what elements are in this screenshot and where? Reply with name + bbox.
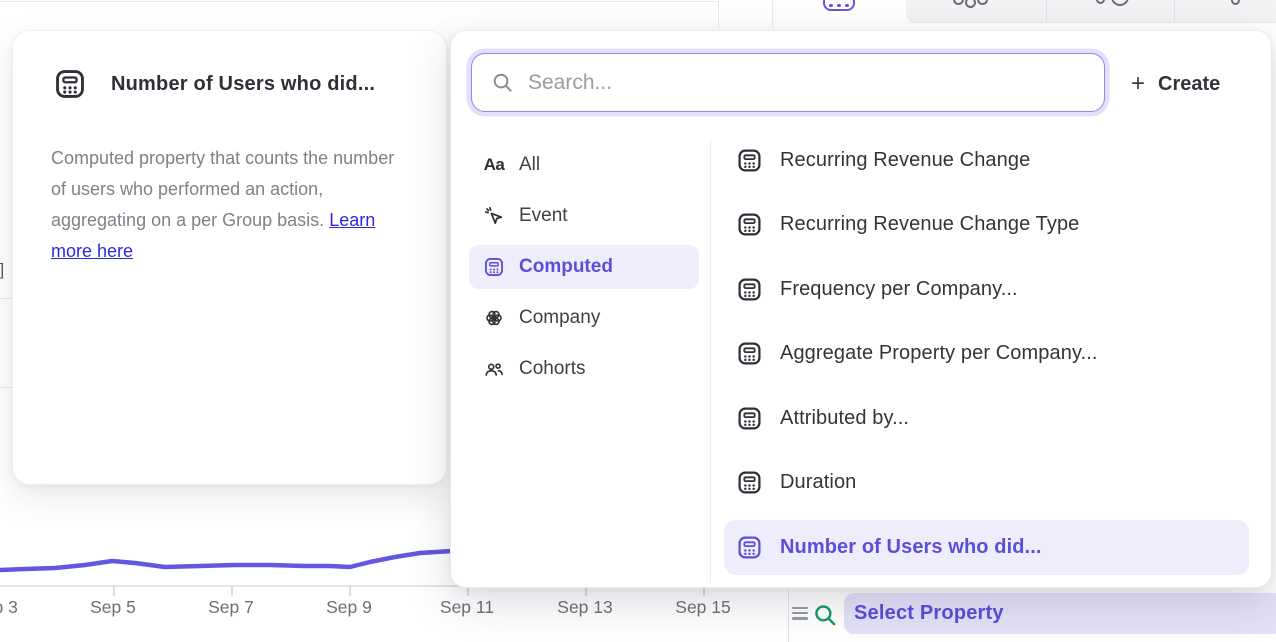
- panel-divider: [710, 139, 711, 583]
- property-item-label: Recurring Revenue Change: [780, 149, 1030, 172]
- property-item-label: Duration: [780, 471, 856, 494]
- search-input[interactable]: [471, 53, 1105, 112]
- category-label: Company: [519, 307, 600, 329]
- calculator-icon: [53, 67, 87, 101]
- event-icon: [483, 205, 505, 227]
- x-axis-label: Sep 15: [663, 597, 743, 618]
- calculator-icon: [736, 276, 763, 303]
- tooltip-description: Computed property that counts the number…: [51, 143, 403, 267]
- property-item-label: Attributed by...: [780, 407, 909, 430]
- property-item[interactable]: Aggregate Property per Company...: [724, 322, 1249, 387]
- property-item[interactable]: Number of Users who did...: [724, 515, 1249, 580]
- tab-separator: [1046, 0, 1047, 22]
- calculator-icon: [736, 147, 763, 174]
- tabbar-divider: [772, 0, 773, 28]
- x-axis-label: Sep 7: [191, 597, 271, 618]
- calculator-icon: [736, 340, 763, 367]
- company-icon[interactable]: [965, 0, 976, 8]
- search-field-wrap: [471, 53, 1105, 112]
- property-item[interactable]: Recurring Revenue Change: [724, 128, 1249, 193]
- category-company[interactable]: Company: [469, 296, 699, 340]
- property-item[interactable]: Attributed by...: [724, 386, 1249, 451]
- background-card-edge: [0, 1, 718, 2]
- property-item[interactable]: Duration: [724, 451, 1249, 516]
- property-picker-panel: + Create Aa All Event Computed Company Cohort…: [450, 30, 1272, 588]
- text-icon: Aa: [483, 154, 505, 176]
- category-cohorts[interactable]: Cohorts: [469, 347, 699, 391]
- company-icon[interactable]: [977, 0, 988, 5]
- calculator-icon: [736, 534, 763, 561]
- x-axis-tick: [231, 586, 233, 596]
- create-button[interactable]: + Create: [1131, 67, 1251, 101]
- history-icon[interactable]: [1096, 0, 1105, 4]
- drag-handle-icon[interactable]: [792, 607, 808, 620]
- tab-separator: [1174, 0, 1175, 22]
- category-label: Computed: [519, 256, 613, 278]
- select-property-label: Select Property: [854, 602, 1004, 625]
- property-item-label: Number of Users who did...: [780, 536, 1042, 559]
- tooltip-title: Number of Users who did...: [111, 73, 375, 96]
- calculator-icon: [736, 405, 763, 432]
- plus-icon: +: [1131, 72, 1145, 96]
- category-label: Event: [519, 205, 568, 227]
- category-label: Cohorts: [519, 358, 586, 380]
- category-all[interactable]: Aa All: [469, 143, 699, 187]
- x-axis-tick: [349, 586, 351, 596]
- query-bar-divider: [788, 590, 789, 642]
- select-property-field[interactable]: Select Property: [844, 593, 1276, 634]
- property-item[interactable]: Frequency per Company...: [724, 257, 1249, 322]
- calculator-icon: [736, 211, 763, 238]
- view-tabbar: [700, 0, 1276, 29]
- x-axis-label: Sep 3: [0, 597, 35, 618]
- property-list: Recurring Revenue Change Recurring Revenu…: [724, 128, 1249, 580]
- category-computed[interactable]: Computed: [469, 245, 699, 289]
- create-button-label: Create: [1158, 73, 1220, 96]
- history-icon[interactable]: [1111, 0, 1129, 6]
- property-item-label: Frequency per Company...: [780, 278, 1018, 301]
- x-axis-label: Sep 9: [309, 597, 389, 618]
- category-list: Aa All Event Computed Company Cohorts: [469, 143, 699, 391]
- x-axis-label: Sep 13: [545, 597, 625, 618]
- metric-line-chart: [0, 480, 456, 590]
- cohorts-icon: [483, 358, 505, 380]
- company-icon[interactable]: [953, 0, 964, 5]
- category-event[interactable]: Event: [469, 194, 699, 238]
- calculator-icon: [736, 469, 763, 496]
- property-item[interactable]: Recurring Revenue Change Type: [724, 193, 1249, 258]
- category-label: All: [519, 154, 540, 176]
- x-axis-tick: [113, 586, 115, 596]
- calculator-icon: [483, 256, 505, 278]
- user-icon[interactable]: [1231, 0, 1240, 5]
- tabbar-divider: [718, 0, 719, 28]
- property-tooltip-card: Number of Users who did... Computed prop…: [12, 30, 447, 485]
- x-axis-label: Sep 5: [73, 597, 153, 618]
- property-item-label: Aggregate Property per Company...: [780, 342, 1098, 365]
- calculator-tab-active[interactable]: [823, 0, 855, 11]
- company-icon: [483, 307, 505, 329]
- property-item-label: Recurring Revenue Change Type: [780, 213, 1079, 236]
- inactive-tabs-group[interactable]: [906, 0, 1276, 23]
- app-screen: y]: [0, 0, 1276, 642]
- clipped-background-text: y]: [0, 260, 4, 280]
- property-search-icon: [812, 602, 838, 628]
- x-axis-label: Sep 11: [427, 597, 507, 618]
